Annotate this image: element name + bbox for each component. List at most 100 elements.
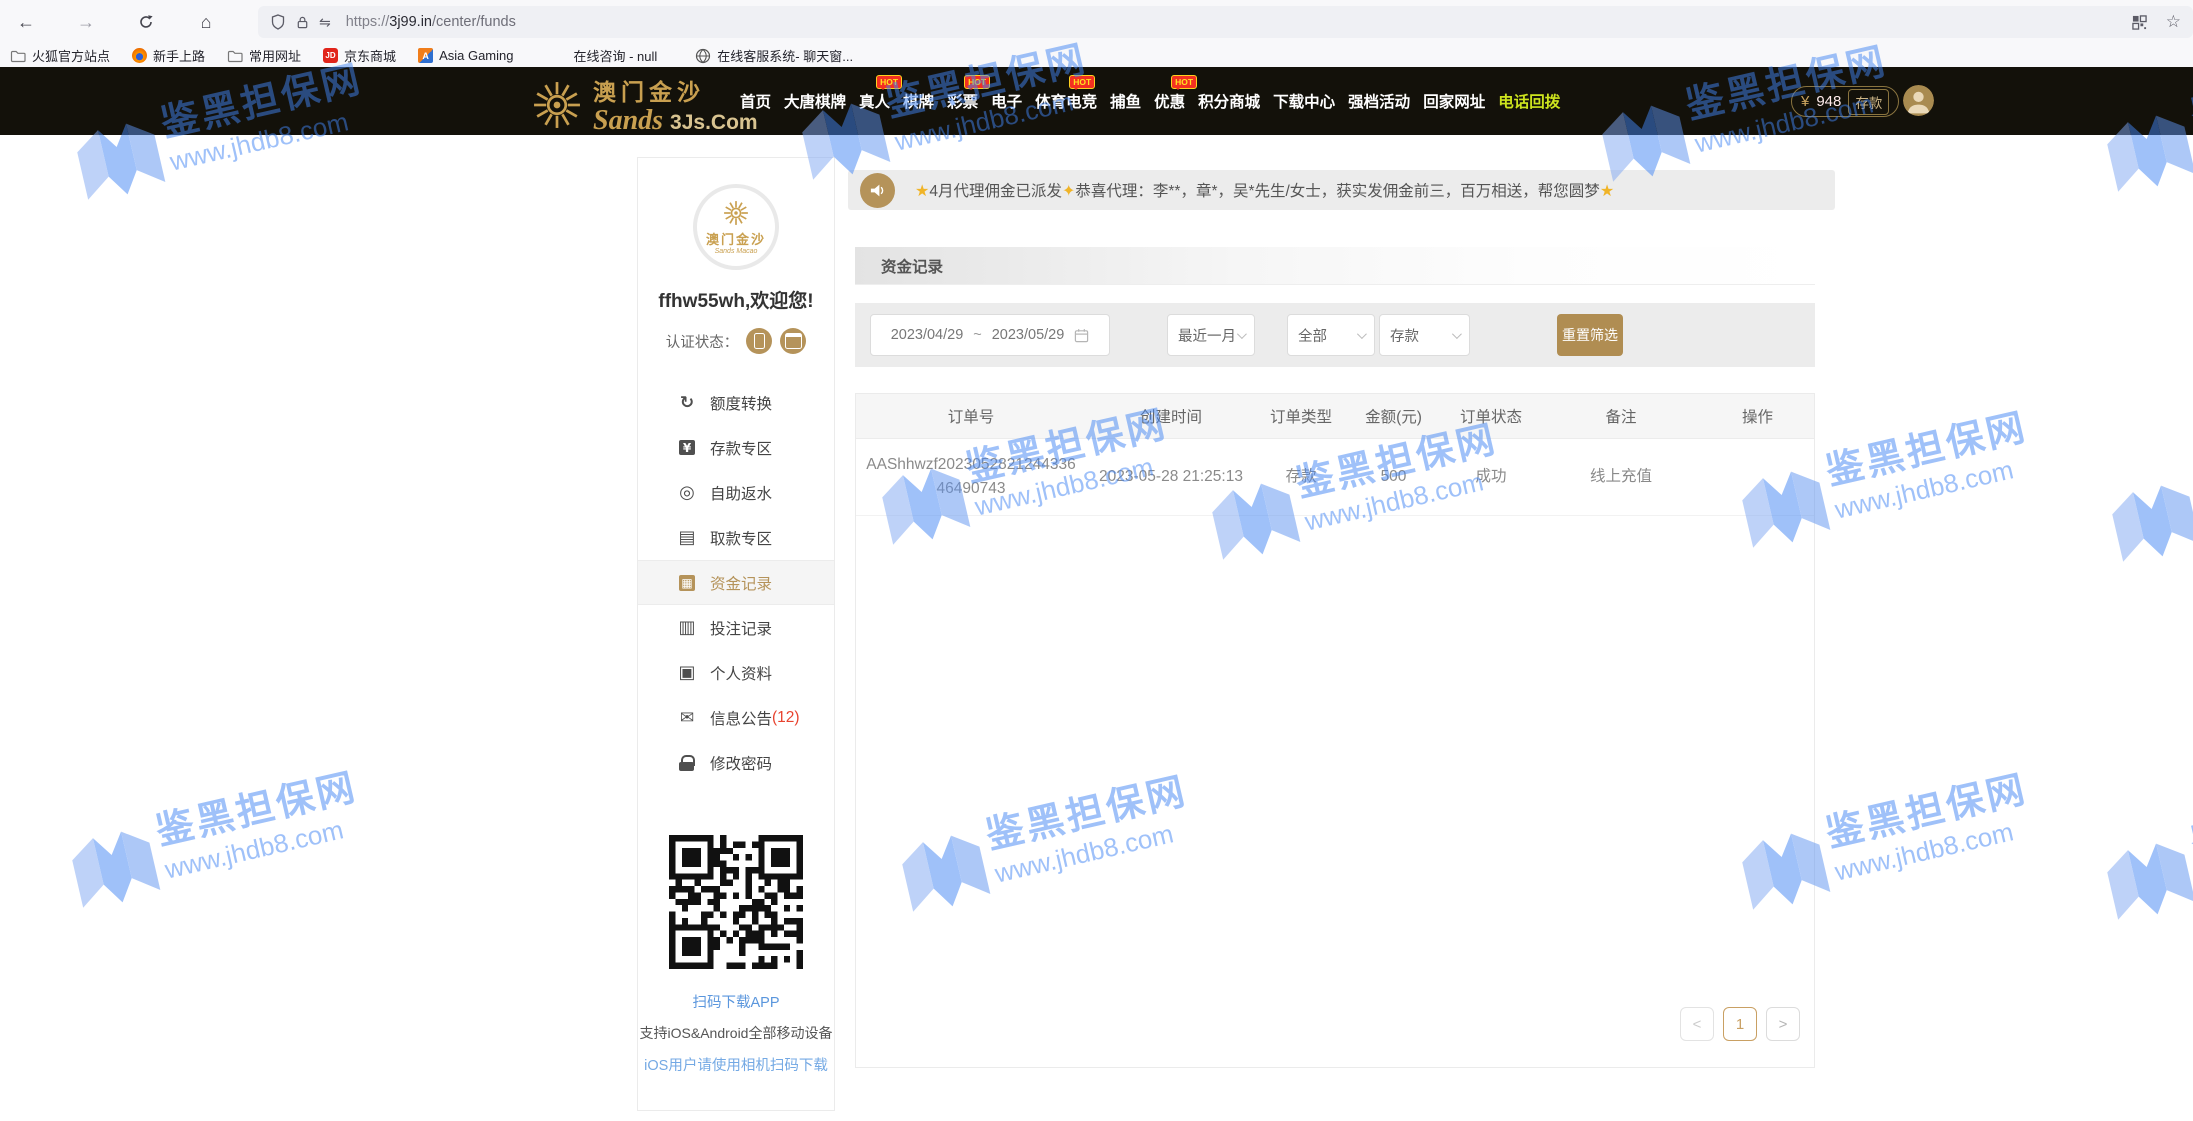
type-select[interactable]: 存款 [1379, 314, 1470, 356]
bookmarks-bar: 火狐官方站点 新手上路 常用网址 京东商城 Asia Gaming 在线咨询 -… [0, 44, 2193, 67]
sidebar-item-transfer[interactable]: 额度转换 [638, 380, 834, 425]
watermark-brand: 鉴黑担保网 [2185, 768, 2193, 868]
period-select[interactable]: 最近一月 [1167, 314, 1255, 356]
nav-item-download[interactable]: 下载中心 [1273, 90, 1335, 112]
bookmark-item[interactable]: 在线咨询 - null [573, 46, 657, 65]
nav-item-events[interactable]: 强档活动 [1348, 90, 1410, 112]
screen: ← → ⌂ ⇋ https://3j99.in/center/funds ☆ 火… [0, 0, 2193, 1121]
prev-page-button[interactable]: < [1680, 1007, 1714, 1041]
back-icon[interactable]: ← [10, 6, 42, 38]
watermark-brand: 鉴黑担保网 [150, 756, 362, 856]
sidebar-item-withdraw[interactable]: 取款专区 [638, 515, 834, 560]
main-nav: 首页 大唐棋牌 真人HOT 棋牌 彩票HOT 电子 体育电竞HOT 捕鱼 优惠H… [740, 67, 1560, 135]
category-select[interactable]: 全部 [1287, 314, 1375, 356]
bookmark-item[interactable]: Asia Gaming [418, 48, 513, 63]
nav-item-points-mall[interactable]: 积分商城 [1198, 90, 1260, 112]
nav-item-promo[interactable]: 优惠HOT [1154, 90, 1185, 112]
nav-item-home-url[interactable]: 回家网址 [1423, 90, 1485, 112]
nav-item-slots[interactable]: 电子 [991, 90, 1022, 112]
nav-item-home[interactable]: 首页 [740, 90, 771, 112]
nav-item-sports[interactable]: 体育电竞HOT [1035, 90, 1097, 112]
ag-icon [418, 48, 433, 63]
next-page-button[interactable]: > [1766, 1007, 1800, 1041]
jd-icon [323, 48, 338, 63]
speaker-icon[interactable] [860, 173, 895, 208]
card-verify-icon[interactable] [780, 328, 806, 354]
jhdb8-logo-icon [2097, 830, 2193, 928]
url-bar[interactable]: ⇋ https://3j99.in/center/funds ☆ [258, 6, 2193, 38]
sun-logo-icon [722, 199, 750, 227]
sidebar-item-rebate[interactable]: 自助返水 [638, 470, 834, 515]
profile-icon [677, 663, 697, 683]
bookmark-star-icon[interactable]: ☆ [2166, 12, 2181, 32]
nav-item-fishing[interactable]: 捕鱼 [1110, 90, 1141, 112]
user-avatar[interactable] [1903, 85, 1934, 116]
scan-download-link[interactable]: 扫码下载APP [638, 991, 834, 1012]
reload-icon[interactable] [130, 6, 162, 38]
bookmark-item[interactable]: 在线客服系统- 聊天窗... [695, 46, 853, 65]
sidebar-logo-cn: 澳门金沙 [706, 229, 766, 248]
deposit-button[interactable]: 存款 [1848, 89, 1889, 115]
sidebar: 澳门金沙 Sands Macao ffhw55wh,欢迎您! 认证状态： 额度转… [637, 157, 835, 1111]
nav-item-lottery[interactable]: 彩票HOT [947, 90, 978, 112]
reset-filter-button[interactable]: 重置筛选 [1557, 314, 1623, 356]
cell-order-no: AAShhwzf202305282124433646490743 [856, 438, 1086, 515]
site-logo[interactable]: 澳门金沙 Sands 3Js.Com [530, 73, 758, 137]
chevron-down-icon [1452, 329, 1462, 339]
nav-item-datang[interactable]: 大唐棋牌 [784, 90, 846, 112]
balance-pill[interactable]: ¥ 948 存款 [1791, 86, 1899, 117]
calendar-icon [1074, 328, 1089, 343]
verify-label: 认证状态： [666, 331, 739, 352]
sidebar-logo: 澳门金沙 Sands Macao [693, 184, 779, 270]
pagination: < 1 > [1680, 1007, 1800, 1041]
date-range-input[interactable]: 2023/04/29 ~ 2023/05/29 [870, 314, 1110, 356]
sidebar-item-password[interactable]: 修改密码 [638, 740, 834, 785]
sidebar-item-profile[interactable]: 个人资料 [638, 650, 834, 695]
col-status: 订单状态 [1441, 394, 1541, 438]
lock-icon[interactable] [295, 15, 310, 30]
avatar-icon [1903, 85, 1934, 116]
hot-badge: HOT [1171, 75, 1197, 89]
sidebar-menu: 额度转换 存款专区 自助返水 取款专区 资金记录 投注记录 个人资料 信息公告(… [638, 380, 834, 785]
sun-logo-icon [530, 78, 584, 132]
bookmark-item[interactable]: 火狐官方站点 [10, 46, 110, 65]
shield-icon[interactable] [270, 14, 286, 30]
funds-table-card: 订单号 创建时间 订单类型 金额(元) 订单状态 备注 操作 AAShhwzf2… [855, 393, 1815, 1068]
folder-icon [10, 48, 26, 64]
home-icon[interactable]: ⌂ [190, 6, 222, 38]
nav-item-chess[interactable]: 棋牌 [903, 90, 934, 112]
nav-item-callback[interactable]: 电话回拨 [1498, 90, 1560, 112]
cell-order-type: 存款 [1256, 438, 1346, 515]
forward-icon[interactable]: → [70, 6, 102, 38]
bookmark-item[interactable]: 京东商城 [323, 46, 396, 65]
col-created-at: 创建时间 [1086, 394, 1256, 438]
hot-badge: HOT [964, 75, 990, 89]
bookmark-item[interactable]: 常用网址 [227, 46, 301, 65]
firefox-icon [132, 48, 147, 63]
watermark-brand: 鉴黑担保网 [1820, 396, 2032, 496]
sidebar-item-funds[interactable]: 资金记录 [638, 560, 834, 605]
watermark-site: www.jhdb8.com [1832, 811, 2039, 887]
sidebar-item-deposit[interactable]: 存款专区 [638, 425, 834, 470]
notice-icon [677, 708, 697, 728]
qr-extension-icon[interactable] [2132, 15, 2147, 30]
url-text: https://3j99.in/center/funds [346, 14, 516, 30]
welcome-text: ffhw55wh,欢迎您! [638, 286, 834, 313]
sidebar-item-bets[interactable]: 投注记录 [638, 605, 834, 650]
watermark: 鉴黑担保网 www.jhdb8.com [2093, 768, 2193, 929]
page-1-button[interactable]: 1 [1723, 1007, 1757, 1041]
table-row: AAShhwzf202305282124433646490743 2023-05… [856, 438, 1814, 515]
page-title: 资金记录 [855, 247, 1815, 285]
sidebar-item-notice[interactable]: 信息公告(12) [638, 695, 834, 740]
col-amount: 金额(元) [1346, 394, 1441, 438]
phone-verify-icon[interactable] [746, 328, 772, 354]
globe-icon [695, 48, 711, 64]
announcement-bar: ★4月代理佣金已派发✦恭喜代理：李**，章*，吴*先生/女士，获实发佣金前三，百… [848, 170, 1835, 210]
permissions-icon[interactable]: ⇋ [319, 14, 331, 31]
bookmark-item[interactable]: 新手上路 [132, 46, 205, 65]
currency-symbol: ¥ [1801, 93, 1809, 110]
notice-count-badge: (12) [772, 709, 800, 727]
ios-download-link[interactable]: iOS用户请使用相机扫码下载 [638, 1054, 834, 1075]
col-order-no: 订单号 [856, 394, 1086, 438]
nav-item-live[interactable]: 真人HOT [859, 90, 890, 112]
